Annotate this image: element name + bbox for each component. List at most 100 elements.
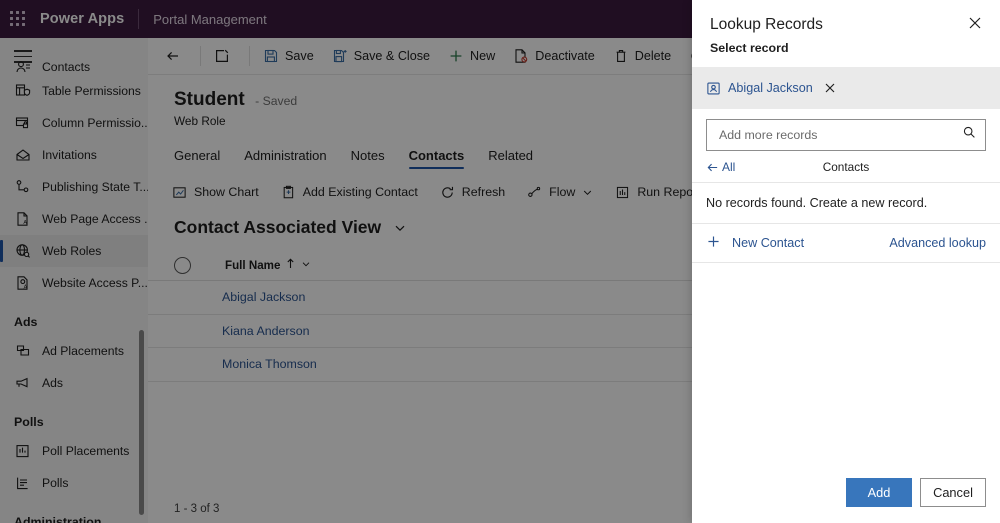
sidebar-item-web-roles[interactable]: Web Roles [0,235,148,267]
contacts-icon [14,59,32,75]
deactivate-button[interactable]: Deactivate [504,38,604,74]
select-all-circle-icon[interactable] [174,256,191,274]
sidebar-item-label: Poll Placements [42,444,130,458]
sidebar-item-column-permissions[interactable]: Column Permissio... [0,107,148,139]
panel-subtitle: Select record [710,41,789,55]
command-label: Delete [634,49,672,63]
poll-placements-icon [14,442,32,460]
sidebar-item-publishing-state-transitions[interactable]: Publishing State T... [0,171,148,203]
new-contact-button[interactable]: New Contact [706,234,804,252]
table-permissions-icon [14,82,32,100]
record-count-label: 1 - 3 of 3 [174,503,220,515]
chevron-down-icon [582,187,593,198]
sidebar-group-title: Administration [14,515,102,523]
panel-header: Lookup Records Select record [692,0,1000,55]
column-header-full-name[interactable]: Full Name [225,258,311,272]
sidebar-item-ad-placements[interactable]: Ad Placements [0,335,148,367]
ads-icon [14,374,32,392]
add-button[interactable]: Add [846,478,912,507]
selected-record-chip[interactable]: Abigal Jackson [702,74,840,102]
sidebar-item-label: Publishing State T... [42,180,148,194]
show-chart-icon [172,185,187,200]
back-arrow-icon [706,161,719,174]
command-label: New [470,49,496,63]
lookup-records-panel: Lookup Records Select record Abigal Jack… [692,0,1000,523]
cell-full-name[interactable]: Kiana Anderson [222,324,310,338]
back-to-all-label: All [722,160,736,174]
sidebar-item-label: Ads [42,376,64,390]
command-label: Save [285,49,314,63]
trash-icon [613,48,629,64]
sidebar-item-label: Invitations [42,148,97,162]
sidebar-item-label: Column Permissio... [42,116,148,130]
sidebar-item-invitations[interactable]: Invitations [0,139,148,171]
tab-general[interactable]: General [174,148,220,169]
lookup-actions: New Contact Advanced lookup [692,224,1000,263]
sidebar-item-label: Ad Placements [42,344,124,358]
close-icon[interactable] [964,12,986,34]
tab-notes[interactable]: Notes [351,148,385,169]
sidebar-item-website-access-permissions[interactable]: A Website Access P... [0,267,148,299]
left-sidebar: Contacts Table Permissions Column Permis… [0,38,149,523]
ad-placements-icon [14,342,32,360]
cell-full-name[interactable]: Abigal Jackson [222,290,305,304]
column-permissions-icon [14,114,32,132]
subgrid-refresh-button[interactable]: Refresh [440,185,505,200]
panel-title: Lookup Records [710,16,823,33]
show-chart-button[interactable]: Show Chart [172,185,259,200]
flow-button[interactable]: Flow [527,185,593,200]
back-button[interactable] [156,38,196,74]
new-button[interactable]: New [439,38,504,74]
add-existing-contact-button[interactable]: Add Existing Contact [281,185,418,200]
screen-root: Power Apps Portal Management Contacts Ta… [0,0,1000,523]
view-name-label: Contact Associated View [174,217,382,237]
sidebar-scrollbar[interactable] [139,330,144,515]
search-icon[interactable] [962,125,977,145]
command-label: Save & Close [353,49,431,63]
contact-card-icon [706,81,721,96]
plus-icon [448,48,464,64]
polls-icon [14,474,32,492]
sidebar-item-poll-placements[interactable]: Poll Placements [0,435,148,467]
tab-related[interactable]: Related [488,148,533,169]
back-to-all-link[interactable]: All [706,160,735,174]
new-contact-label: New Contact [732,236,805,250]
cancel-button[interactable]: Cancel [920,478,986,507]
search-box[interactable] [706,119,986,151]
save-button[interactable]: Save [254,38,323,74]
tab-administration[interactable]: Administration [244,148,326,169]
selected-records-area: Abigal Jackson [692,67,1000,109]
search-area [692,109,1000,151]
sidebar-item-label: Web Roles [42,244,102,258]
open-in-new-window-icon [214,48,230,64]
waffle-grid-icon[interactable] [10,11,26,27]
delete-button[interactable]: Delete [604,38,680,74]
sidebar-item-ads[interactable]: Ads [0,367,148,399]
brand-label[interactable]: Power Apps [40,11,124,27]
tab-contacts[interactable]: Contacts [408,148,464,169]
empty-results-message: No records found. Create a new record. [692,183,1000,224]
search-input[interactable] [717,127,962,143]
sidebar-item-polls[interactable]: Polls [0,467,148,499]
command-label: Deactivate [535,49,595,63]
cell-full-name[interactable]: Monica Thomson [222,357,317,371]
lookup-results-header: All Contacts [692,151,1000,183]
save-state-label: - Saved [255,94,298,108]
chip-label: Abigal Jackson [728,81,813,95]
publishing-state-icon [14,178,32,196]
chevron-down-icon[interactable] [301,259,311,272]
sidebar-item-label: Polls [42,476,69,490]
sidebar-item-contacts[interactable]: Contacts [0,59,148,75]
open-in-new-window-button[interactable] [205,38,245,74]
advanced-lookup-link[interactable]: Advanced lookup [889,236,986,250]
sidebar-item-web-page-access[interactable]: A Web Page Access ... [0,203,148,235]
divider [200,46,201,66]
chevron-down-icon[interactable] [393,221,407,235]
app-name-label[interactable]: Portal Management [153,12,266,27]
save-and-close-button[interactable]: Save & Close [323,38,439,74]
close-icon[interactable] [824,82,836,94]
page-title: Student [174,89,245,110]
sidebar-group-title: Polls [14,415,44,429]
sidebar-item-table-permissions[interactable]: Table Permissions [0,75,148,107]
invitations-icon [14,146,32,164]
